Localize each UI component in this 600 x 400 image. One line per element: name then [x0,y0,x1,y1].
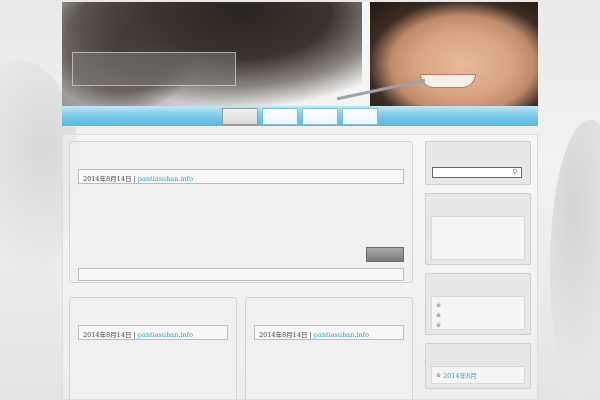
list-item-label[interactable]: 2014年8月 [443,370,477,380]
widget-content: ※ 2014年8月 [431,366,525,384]
widget-content: ※ ※ ※ [431,296,525,330]
post-date: 2014年8月14日 [83,331,132,339]
bullet-icon: ※ [436,321,442,329]
post-date: 2014年8月14日 [259,331,308,339]
nav-item-2[interactable] [262,107,298,125]
bullet-icon: ※ [436,311,442,319]
search-icon[interactable]: ⚲ [510,168,520,177]
search-input[interactable] [432,167,522,178]
list-item[interactable]: ※ [436,310,520,320]
widget-about [425,193,531,265]
site-branding [72,52,236,86]
widget-archive: ※ 2014年8月 [425,343,531,389]
list-item[interactable]: ※ [436,300,520,310]
header-photo-smile [420,74,476,88]
post-author-link[interactable]: pantiasuhan.info [138,175,193,183]
content-frame: 2014年8月14日 | pantiasuhan.info 2014年8月14日… [62,134,538,400]
post-meta: 2014年8月14日 | pantiasuhan.info [78,169,404,184]
site-header [62,2,538,106]
read-more-button[interactable] [366,247,404,262]
widget-content [431,216,525,260]
post-author-link[interactable]: pantiasuhan.info [138,331,193,339]
main-navigation [62,106,538,126]
list-item[interactable]: ※ [436,320,520,330]
site-title[interactable] [77,56,231,72]
post-left: 2014年8月14日 | pantiasuhan.info [69,297,237,399]
post-main: 2014年8月14日 | pantiasuhan.info [69,141,413,283]
post-meta: 2014年8月14日 | pantiasuhan.info [254,325,404,340]
list-item[interactable]: ※ 2014年8月 [436,370,520,381]
page-wrapper: 2014年8月14日 | pantiasuhan.info 2014年8月14日… [62,2,538,400]
post-right: 2014年8月14日 | pantiasuhan.info [245,297,413,399]
post-date: 2014年8月14日 [83,175,132,183]
post-meta: 2014年8月14日 | pantiasuhan.info [78,325,228,340]
bullet-icon: ※ [436,301,442,309]
post-author-link[interactable]: pantiasuhan.info [314,331,369,339]
nav-item-4[interactable] [342,107,378,125]
widget-recent-posts: ※ ※ ※ [425,273,531,335]
nav-item-home[interactable] [222,107,258,125]
widget-search: ⚲ [425,141,531,185]
nav-item-3[interactable] [302,107,338,125]
header-photo-face [370,2,538,106]
post-footer [78,268,404,281]
bullet-icon: ※ [436,371,442,379]
background-shape-right [550,120,600,400]
